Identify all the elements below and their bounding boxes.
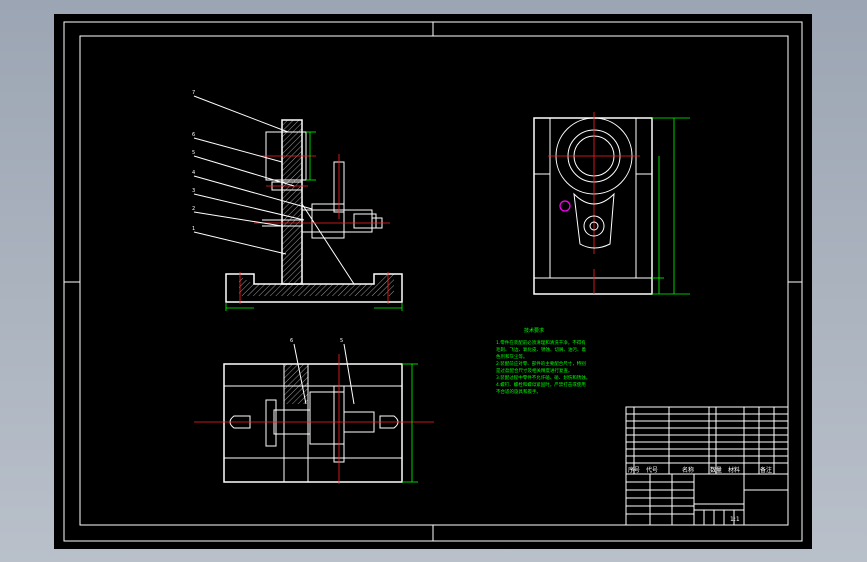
- tech-req-line: 1.零件在装配前必须清理和清洗干净，不得有: [496, 339, 586, 346]
- balloon-label: 3: [192, 188, 195, 194]
- cad-viewport: 7 6 5 4 3 2 1 6 5 技术要求 1.零件在装配前必须清理和清洗干净…: [0, 0, 867, 562]
- tech-req-line: 不合适的旋具和扳手。: [496, 388, 541, 395]
- balloon-label: 1: [192, 226, 195, 232]
- front-view: [193, 95, 403, 311]
- top-view: [194, 343, 434, 484]
- side-view: [533, 112, 690, 295]
- header-cell: 材料: [728, 466, 740, 474]
- balloon-labels: 7 6 5 4 3 2 1: [192, 90, 195, 232]
- scale-label: 1:1: [730, 516, 740, 523]
- tech-req-line: 是过盈配合尺寸及相关精度进行复查。: [496, 367, 573, 374]
- tech-req-line: 色剂和灰尘等。: [496, 353, 528, 360]
- header-cell: 序号: [628, 466, 640, 474]
- balloon-label: 7: [192, 90, 195, 96]
- balloon-label: 5: [340, 338, 343, 344]
- tech-req-title: 技术要求: [524, 327, 544, 334]
- balloon-label: 2: [192, 206, 195, 212]
- tech-req-line: 毛刺、飞边、氧化皮、锈蚀、切屑、油污、着: [496, 346, 586, 353]
- balloon-label: 4: [192, 170, 195, 176]
- tech-req-line: 4.螺钉、螺栓和螺母紧固时，严禁打击或使用: [496, 381, 586, 388]
- balloon-label: 6: [290, 338, 293, 344]
- balloon-label: 6: [192, 132, 195, 138]
- technical-requirements: 技术要求 1.零件在装配前必须清理和清洗干净，不得有 毛刺、飞边、氧化皮、锈蚀、…: [496, 327, 590, 395]
- header-cell: 名称: [682, 466, 694, 474]
- title-block: 序号 代号 名称 数量 材料 备注 1:1: [625, 406, 789, 526]
- tech-req-line: 3.装配过程中零件不允许磕、碰、划伤和锈蚀。: [496, 374, 590, 381]
- tech-req-line: 2.装配前应对零、部件的主要配合尺寸，特别: [496, 360, 586, 367]
- header-cell: 数量: [710, 466, 722, 474]
- header-cell: 代号: [646, 466, 658, 474]
- drawing-canvas: 7 6 5 4 3 2 1 6 5 技术要求 1.零件在装配前必须清理和清洗干净…: [63, 21, 803, 542]
- balloon-label: 5: [192, 150, 195, 156]
- inner-border: [79, 35, 789, 526]
- drawing-sheet: 7 6 5 4 3 2 1 6 5 技术要求 1.零件在装配前必须清理和清洗干净…: [54, 14, 812, 549]
- header-cell: 备注: [760, 466, 772, 474]
